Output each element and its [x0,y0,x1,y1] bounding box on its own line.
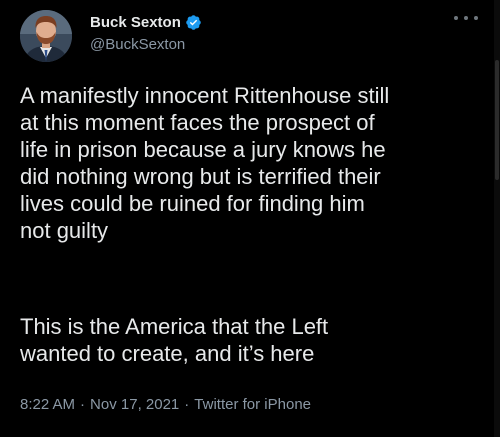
author-display-name[interactable]: Buck Sexton [90,14,181,31]
author-name-row: Buck Sexton [90,12,202,32]
tweet-text: A manifestly innocent Rittenhouse still … [20,83,390,243]
tweet-source[interactable]: Twitter for iPhone [194,396,311,413]
avatar[interactable] [20,10,72,62]
more-dot [464,16,468,20]
more-horizontal-icon[interactable] [454,12,478,24]
tweet-text-paragraph-2: This is the America that the Left wanted… [20,314,329,366]
scrollbar-thumb[interactable] [495,60,499,180]
tweet-date[interactable]: Nov 17, 2021 [90,396,179,413]
scrollbar[interactable] [494,0,500,437]
meta-separator: · [80,396,86,413]
meta-separator: · [184,396,190,413]
more-dot [454,16,458,20]
author-handle[interactable]: @BuckSexton [90,36,185,53]
tweet-metadata: 8:22 AM · Nov 17, 2021 · Twitter for iPh… [20,396,311,413]
verified-badge-icon [186,14,201,30]
profile-photo-icon [20,10,72,62]
tweet-time[interactable]: 8:22 AM [20,396,75,413]
more-dot [474,16,478,20]
tweet-card: Buck Sexton @BuckSexton A manifestly inn… [0,0,500,437]
